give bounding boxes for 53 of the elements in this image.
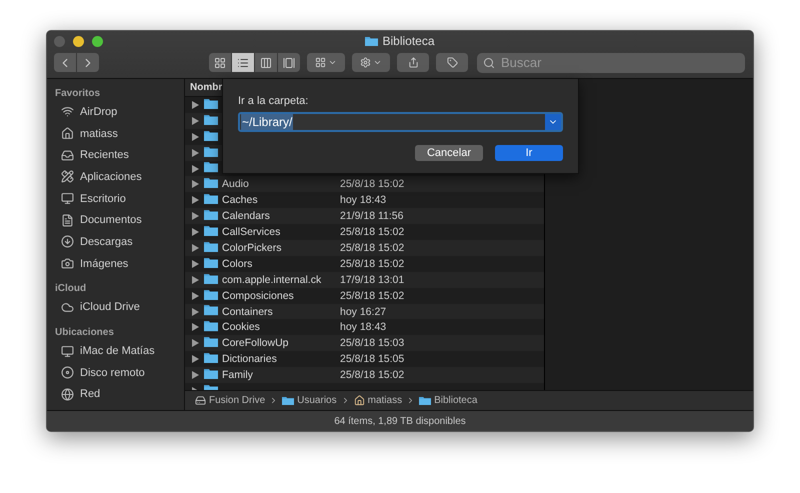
search-input[interactable]: Buscar <box>499 54 699 71</box>
sidebar-item[interactable]: AirDrop <box>55 101 184 123</box>
file-name[interactable]: Containers <box>222 306 340 318</box>
modified-date: hoy 16:27 <box>340 306 386 318</box>
modified-date: 25/8/18 15:02 <box>340 369 404 382</box>
search-field[interactable]: Buscar <box>477 52 745 72</box>
sidebar-item[interactable]: Descargas <box>55 231 184 253</box>
file-name[interactable]: Colors <box>222 258 340 270</box>
modified-date: hoy 18:43 <box>340 194 386 206</box>
sidebar-item[interactable]: Red <box>55 384 184 406</box>
sidebar-item[interactable]: Recientes <box>55 144 184 166</box>
file-name[interactable]: ColorPickers <box>222 242 340 254</box>
file-name[interactable]: Family <box>222 369 340 382</box>
sidebar-item[interactable]: Documentos <box>55 209 184 232</box>
sidebar-heading: iCloud <box>55 282 88 296</box>
file-name[interactable]: Calendars <box>222 210 340 222</box>
modified-date: 21/9/18 11:56 <box>340 210 404 222</box>
sidebar-item[interactable]: Disco remoto <box>55 362 184 384</box>
file-name[interactable]: CoreFollowUp <box>222 337 340 350</box>
file-name[interactable]: Dictionaries <box>222 353 340 366</box>
file-name[interactable]: Caches <box>222 194 340 206</box>
file-name[interactable]: Composiciones <box>222 290 340 302</box>
sidebar-item[interactable]: iCloud Drive <box>55 296 184 318</box>
modified-date: hoy 18:43 <box>340 321 386 334</box>
go-button[interactable]: Ir <box>495 145 563 161</box>
sidebar-item[interactable]: Aplicaciones <box>55 166 184 188</box>
sidebar-item[interactable]: Imágenes <box>55 252 184 274</box>
modified-date: 25/8/18 15:05 <box>340 353 404 366</box>
path-item[interactable]: Usuarios <box>282 395 337 406</box>
window-title: Biblioteca <box>382 34 435 48</box>
sidebar-item[interactable]: matiass <box>55 122 184 144</box>
file-name[interactable]: com.apple.internal.ck <box>222 274 340 286</box>
modified-date: 17/9/18 13:01 <box>340 274 404 286</box>
sidebar-item[interactable]: Escritorio <box>55 188 184 210</box>
modified-date: 25/8/18 15:02 <box>340 242 404 254</box>
file-name[interactable]: CallServices <box>222 226 340 238</box>
modified-date: 25/8/18 15:02 <box>340 178 404 190</box>
sidebar-item[interactable]: iMac de Matías <box>55 340 184 362</box>
file-name[interactable]: Cookies <box>222 321 340 334</box>
path-item[interactable]: matiass <box>354 395 402 406</box>
sidebar-heading: Favoritos <box>55 86 102 100</box>
modified-date: 25/8/18 15:03 <box>340 337 404 350</box>
path-item[interactable]: Biblioteca <box>419 395 478 406</box>
modified-date: 25/8/18 15:02 <box>340 258 404 270</box>
path-item[interactable]: Fusion Drive <box>195 395 266 406</box>
folder-path-field[interactable]: ~/Library/ <box>238 112 563 132</box>
status-bar: 64 ítems, 1,89 TB disponibles <box>47 410 753 431</box>
modified-date: 25/8/18 15:02 <box>340 290 404 302</box>
file-name[interactable]: Audio <box>222 178 340 190</box>
modified-date: 25/8/18 15:02 <box>340 226 404 238</box>
dialog-label: Ir a la carpeta: <box>238 95 310 107</box>
sidebar-heading: Ubicaciones <box>55 326 115 340</box>
cancel-button[interactable]: Cancelar <box>415 145 483 161</box>
